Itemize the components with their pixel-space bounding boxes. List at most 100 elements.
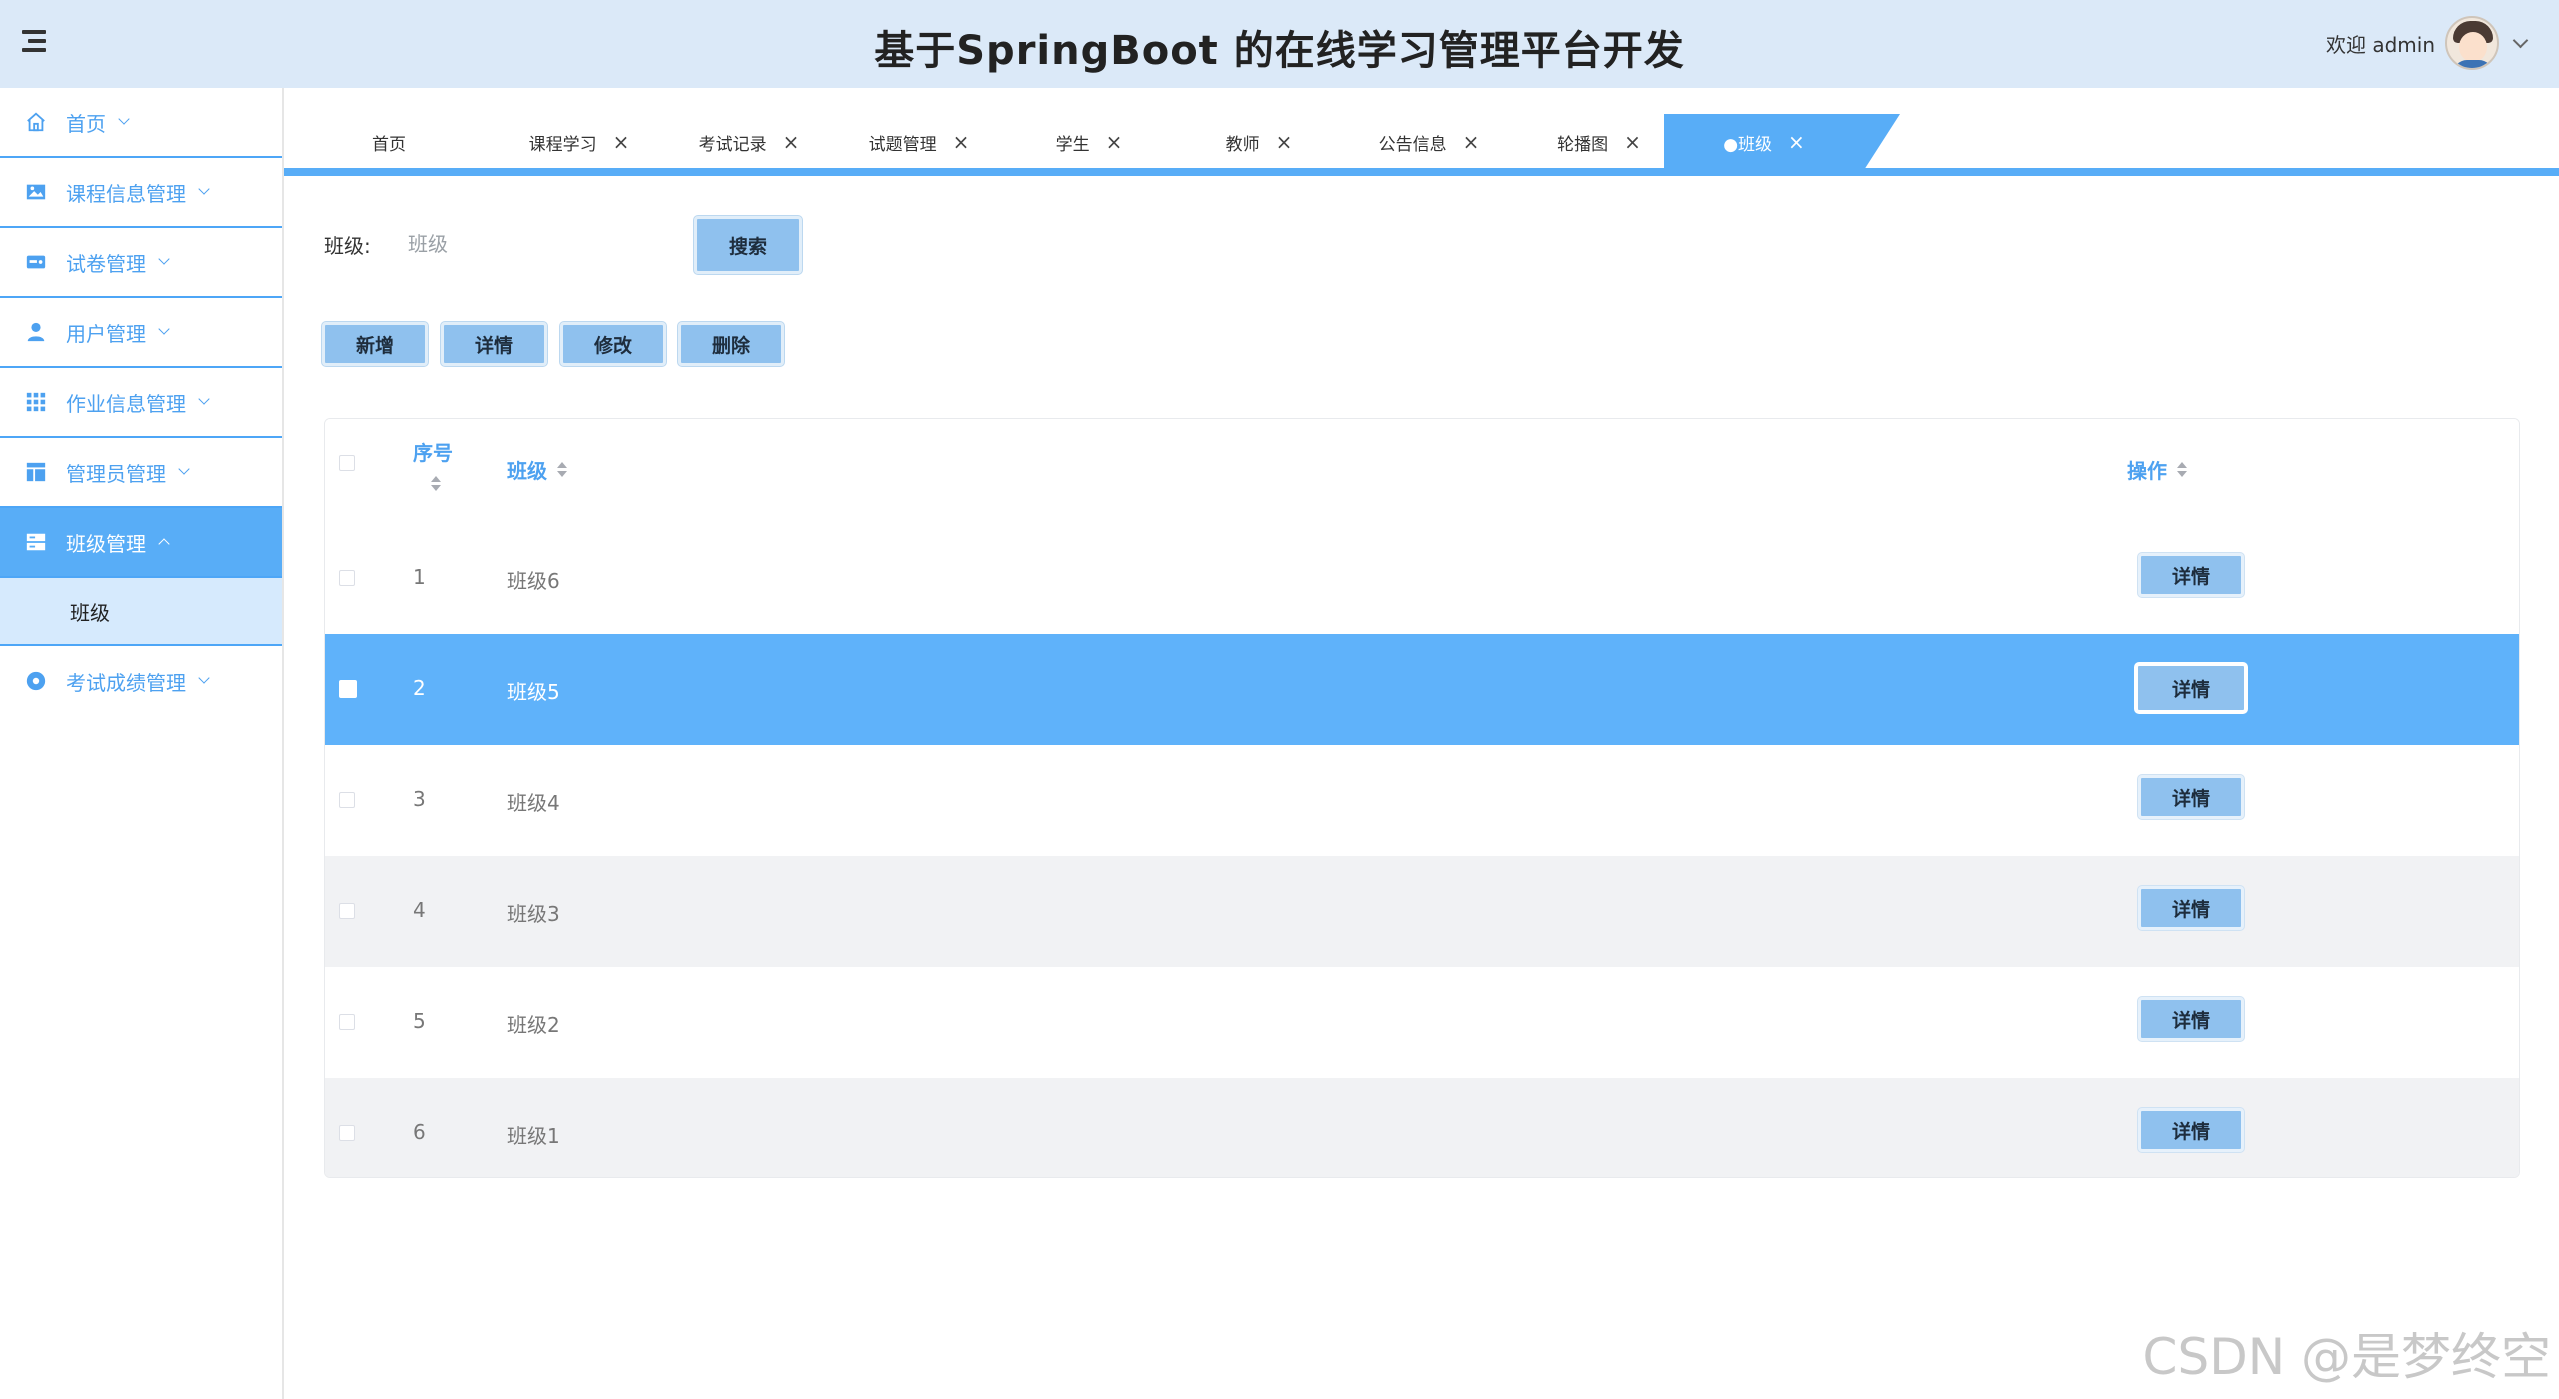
row-checkbox[interactable] (339, 903, 355, 919)
tab-teachers[interactable]: 教师 × (1174, 114, 1344, 170)
sidebar-item-label: 试卷管理 (66, 251, 146, 276)
close-icon[interactable]: × (613, 130, 630, 154)
tab-home[interactable]: 首页 (324, 114, 454, 170)
tab-question-management[interactable]: 试题管理 × (834, 114, 1004, 170)
sidebar-item-home[interactable]: 首页 (0, 88, 282, 158)
app-title: 基于SpringBoot 的在线学习管理平台开发 (874, 28, 1685, 74)
close-icon[interactable]: × (1624, 130, 1641, 154)
row-checkbox[interactable] (339, 680, 357, 698)
edit-button[interactable]: 修改 (560, 322, 666, 366)
column-header-actions[interactable]: 操作 (2127, 455, 2187, 484)
chevron-down-icon (118, 116, 130, 128)
sidebar-item-label: 管理员管理 (66, 461, 166, 486)
sidebar-item-exam-scores[interactable]: 考试成绩管理 (0, 646, 282, 716)
top-header: 基于SpringBoot 的在线学习管理平台开发 欢迎 admin (0, 0, 2559, 88)
row-detail-button[interactable]: 详情 (2138, 775, 2244, 819)
close-icon[interactable]: × (1788, 130, 1805, 154)
delete-button[interactable]: 删除 (678, 322, 784, 366)
sidebar-item-label: 首页 (66, 111, 106, 136)
close-icon[interactable]: × (1106, 130, 1123, 154)
row-detail-button[interactable]: 详情 (2138, 1108, 2244, 1152)
sidebar-item-class-management[interactable]: 班级管理 (0, 508, 282, 578)
sidebar-subitem-label: 班级 (70, 600, 110, 625)
row-checkbox[interactable] (339, 570, 355, 586)
home-icon (24, 110, 48, 134)
row-detail-button[interactable]: 详情 (2138, 553, 2244, 597)
chevron-down-icon[interactable] (2513, 35, 2529, 51)
sidebar-subitem-class[interactable]: 班级 (0, 578, 282, 646)
chevron-down-icon (158, 326, 170, 338)
row-class-name: 班级2 (507, 1013, 560, 1037)
table-row[interactable]: 5 班级2 详情 (325, 967, 2519, 1078)
row-checkbox[interactable] (339, 1014, 355, 1030)
search-button[interactable]: 搜索 (694, 216, 802, 274)
table-row[interactable]: 6 班级1 详情 (325, 1078, 2519, 1177)
table-row[interactable]: 2 班级5 详情 (325, 634, 2519, 745)
sort-icon[interactable] (429, 475, 441, 493)
column-header-class[interactable]: 班级 (507, 455, 567, 484)
tab-class[interactable]: ●班级 × (1664, 114, 1864, 170)
sort-icon[interactable] (2175, 461, 2187, 479)
close-icon[interactable]: × (783, 130, 800, 154)
row-seq: 6 (413, 1120, 426, 1144)
tab-students[interactable]: 学生 × (1004, 114, 1174, 170)
table-row[interactable]: 4 班级3 详情 (325, 856, 2519, 967)
row-class-name: 班级6 (507, 569, 560, 593)
row-detail-button[interactable]: 详情 (2138, 886, 2244, 930)
search-label: 班级: (324, 234, 371, 258)
sidebar-item-exam-papers[interactable]: 试卷管理 (0, 228, 282, 298)
row-detail-button[interactable]: 详情 (2135, 663, 2247, 713)
table-row[interactable]: 1 班级6 详情 (325, 523, 2519, 634)
card-icon (24, 250, 48, 274)
sidebar-item-users[interactable]: 用户管理 (0, 298, 282, 368)
column-label: 班级 (507, 459, 547, 483)
sort-icon[interactable] (555, 461, 567, 479)
tab-carousel[interactable]: 轮播图 × (1514, 114, 1684, 170)
tab-label: ●班级 (1723, 134, 1773, 155)
tab-announcements[interactable]: 公告信息 × (1344, 114, 1514, 170)
select-all-checkbox[interactable] (339, 455, 355, 471)
chevron-down-icon (198, 186, 210, 198)
column-label: 序号 (413, 441, 453, 465)
close-icon[interactable]: × (1463, 130, 1480, 154)
tab-label: 首页 (372, 134, 406, 155)
tab-course-study[interactable]: 课程学习 × (494, 114, 664, 170)
tab-label: 考试记录 (698, 134, 767, 155)
close-icon[interactable]: × (1276, 130, 1293, 154)
tab-underline (284, 168, 2559, 176)
tab-exam-records[interactable]: 考试记录 × (664, 114, 834, 170)
tab-label: 轮播图 (1557, 134, 1609, 155)
close-icon[interactable]: × (953, 130, 970, 154)
user-menu[interactable]: 欢迎 admin (2326, 12, 2529, 74)
tab-active-decoration (1864, 114, 1900, 170)
sidebar-item-label: 作业信息管理 (66, 391, 186, 416)
add-button[interactable]: 新增 (322, 322, 428, 366)
image-icon (24, 180, 48, 204)
avatar[interactable] (2445, 16, 2499, 70)
sidebar-item-admins[interactable]: 管理员管理 (0, 438, 282, 508)
chevron-down-icon (178, 466, 190, 478)
class-table: 序号 班级 操作 1 班级6 详情 2 班级5 详情 3 班级4 详情 4 班级… (324, 418, 2520, 1178)
sidebar-item-label: 课程信息管理 (66, 181, 186, 206)
server-icon (24, 530, 48, 554)
circle-icon (24, 669, 48, 693)
row-detail-button[interactable]: 详情 (2138, 997, 2244, 1041)
tab-label: 公告信息 (1378, 134, 1447, 155)
row-seq: 4 (413, 898, 426, 922)
layout-icon (24, 460, 48, 484)
sidebar-item-homework[interactable]: 作业信息管理 (0, 368, 282, 438)
sidebar-item-label: 班级管理 (66, 531, 146, 556)
sidebar-item-course-info[interactable]: 课程信息管理 (0, 158, 282, 228)
row-checkbox[interactable] (339, 1125, 355, 1141)
welcome-text: 欢迎 admin (2325, 32, 2435, 57)
row-class-name: 班级1 (507, 1124, 560, 1148)
row-seq: 3 (413, 787, 426, 811)
row-checkbox[interactable] (339, 792, 355, 808)
tab-label: 课程学习 (528, 134, 597, 155)
detail-button[interactable]: 详情 (441, 322, 547, 366)
class-search-input[interactable] (394, 222, 644, 266)
user-icon (24, 320, 48, 344)
column-header-seq[interactable]: 序号 (413, 437, 453, 466)
table-row[interactable]: 3 班级4 详情 (325, 745, 2519, 856)
row-seq: 5 (413, 1009, 426, 1033)
